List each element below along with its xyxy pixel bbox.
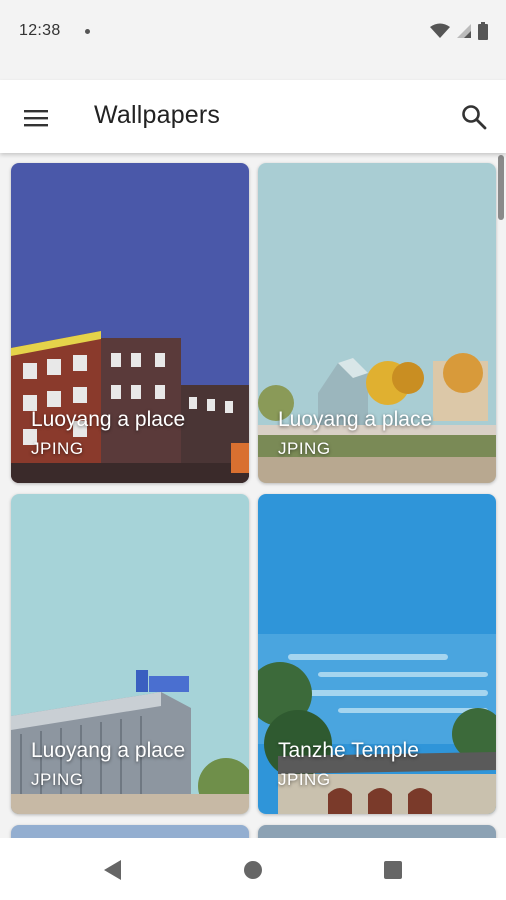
search-icon — [462, 105, 487, 130]
battery-icon — [478, 22, 488, 40]
wallpaper-card[interactable] — [11, 825, 249, 838]
wallpaper-title: Tanzhe Temple — [278, 739, 419, 762]
wallpaper-title: Luoyang a place — [31, 408, 186, 431]
wallpaper-card[interactable] — [258, 825, 496, 838]
menu-button[interactable] — [14, 96, 58, 140]
wallpaper-card[interactable]: Luoyang a place JPING — [11, 163, 249, 483]
wallpaper-label: Luoyang a place JPING — [31, 738, 185, 790]
wifi-icon — [430, 23, 450, 38]
status-time: 12:38 — [19, 22, 61, 39]
wallpaper-card[interactable]: Tanzhe Temple JPING — [258, 494, 496, 814]
wallpaper-author: JPING — [278, 770, 331, 789]
search-button[interactable] — [452, 95, 496, 139]
recents-button[interactable] — [373, 850, 413, 890]
hamburger-menu-icon — [24, 110, 48, 127]
home-button[interactable] — [233, 850, 273, 890]
wallpaper-author: JPING — [31, 439, 84, 458]
wallpaper-author: JPING — [278, 439, 331, 458]
wallpaper-author: JPING — [31, 770, 84, 789]
wallpaper-label: Tanzhe Temple JPING — [278, 738, 419, 790]
app-bar: Wallpapers — [0, 80, 506, 153]
scrollbar[interactable] — [498, 155, 504, 220]
notification-dot-icon — [85, 29, 90, 34]
wallpaper-card[interactable]: Luoyang a place JPING — [11, 494, 249, 814]
status-icons — [430, 22, 488, 40]
page-title: Wallpapers — [94, 101, 221, 129]
wallpaper-title: Luoyang a place — [31, 739, 186, 762]
back-button[interactable] — [93, 850, 133, 890]
signal-icon — [457, 24, 471, 38]
recents-icon — [384, 861, 402, 879]
wallpaper-grid[interactable]: Luoyang a place JPING Luoyang a place JP… — [0, 153, 506, 838]
wallpaper-label: Luoyang a place JPING — [31, 407, 185, 459]
status-bar: 12:38 — [0, 0, 506, 80]
wallpaper-title: Luoyang a place — [278, 408, 433, 431]
home-icon — [244, 861, 262, 879]
back-icon — [104, 860, 121, 880]
wallpaper-card[interactable]: Luoyang a place JPING — [258, 163, 496, 483]
wallpaper-label: Luoyang a place JPING — [278, 407, 432, 459]
navigation-bar — [0, 838, 506, 900]
